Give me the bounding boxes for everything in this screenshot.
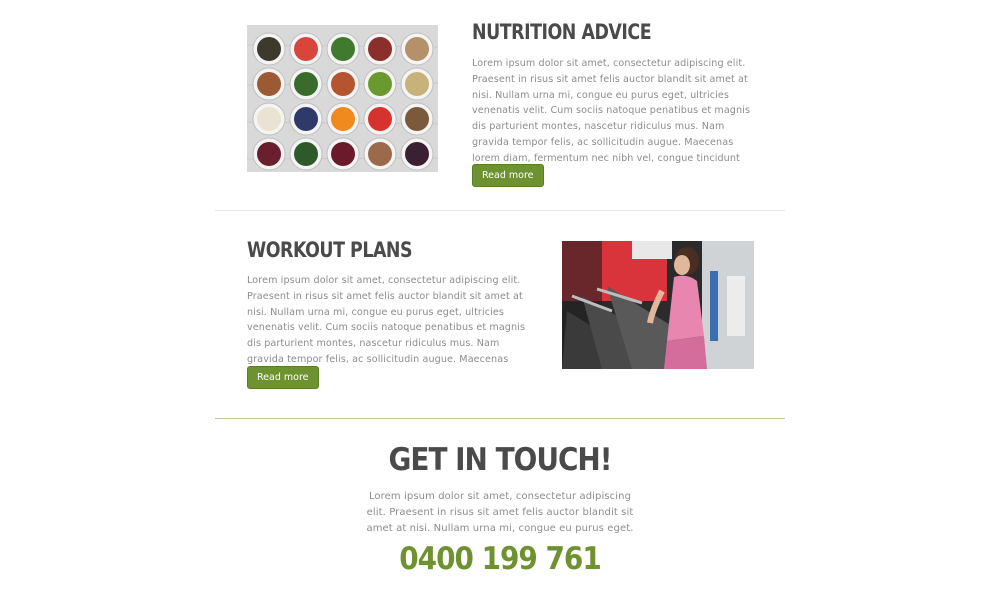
nutrition-description: Lorem ipsum dolor sit amet, consectetur … xyxy=(472,58,751,164)
contact-phone-number[interactable]: 0400 199 761 xyxy=(0,541,1000,577)
nutrition-read-more-button[interactable]: Read more xyxy=(472,164,544,187)
page: NUTRITION ADVICE Lorem ipsum dolor sit a… xyxy=(0,0,1000,600)
workout-image xyxy=(562,241,754,369)
contact-description: Lorem ipsum dolor sit amet, consectetur … xyxy=(366,491,634,534)
section-divider-accent xyxy=(215,418,785,419)
workout-title: WORKOUT PLANS xyxy=(247,238,413,262)
nutrition-image xyxy=(246,25,439,172)
workout-read-more-button[interactable]: Read more xyxy=(247,366,319,389)
contact-title: GET IN TOUCH! xyxy=(388,442,613,478)
nutrition-title: NUTRITION ADVICE xyxy=(472,20,652,44)
section-divider xyxy=(215,210,785,211)
